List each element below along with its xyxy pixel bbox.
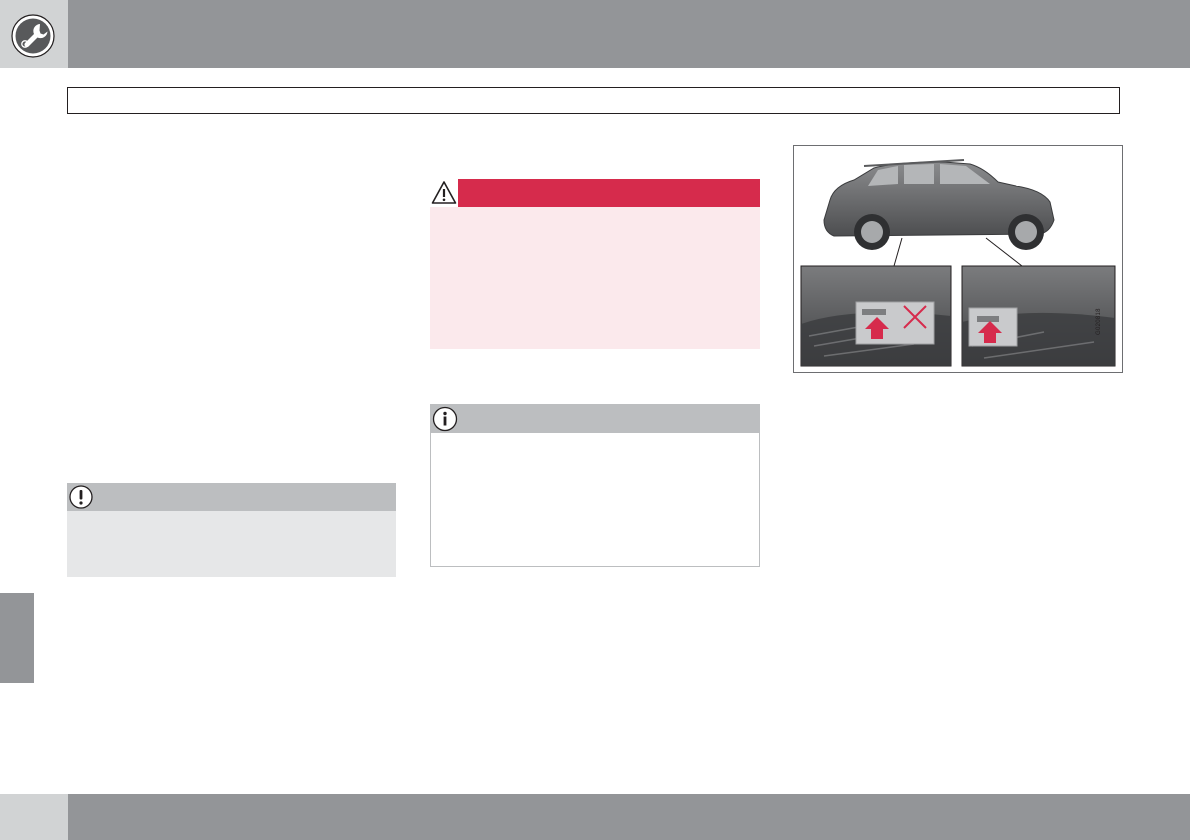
illustration-code: G020818 [1096,308,1102,335]
footer-band [0,794,1190,840]
info-icon [431,405,459,433]
note-box [430,404,760,567]
caution-header [67,483,396,511]
warning-triangle-icon [430,179,458,207]
exclamation-icon [68,484,94,510]
jacking-point-illustration [793,145,1123,373]
header-band [0,0,1190,68]
rear-jacking-point-photo [961,265,1116,367]
warning-box [430,179,760,349]
front-jacking-point-photo [800,265,952,367]
page-title-frame [67,87,1120,114]
car-side-view [823,159,1055,250]
wrench-gear-icon [11,14,55,58]
footer-corner [0,794,68,840]
warning-header [430,179,760,207]
caution-box [67,483,396,577]
chapter-side-tab [0,593,34,683]
note-header [431,405,759,433]
